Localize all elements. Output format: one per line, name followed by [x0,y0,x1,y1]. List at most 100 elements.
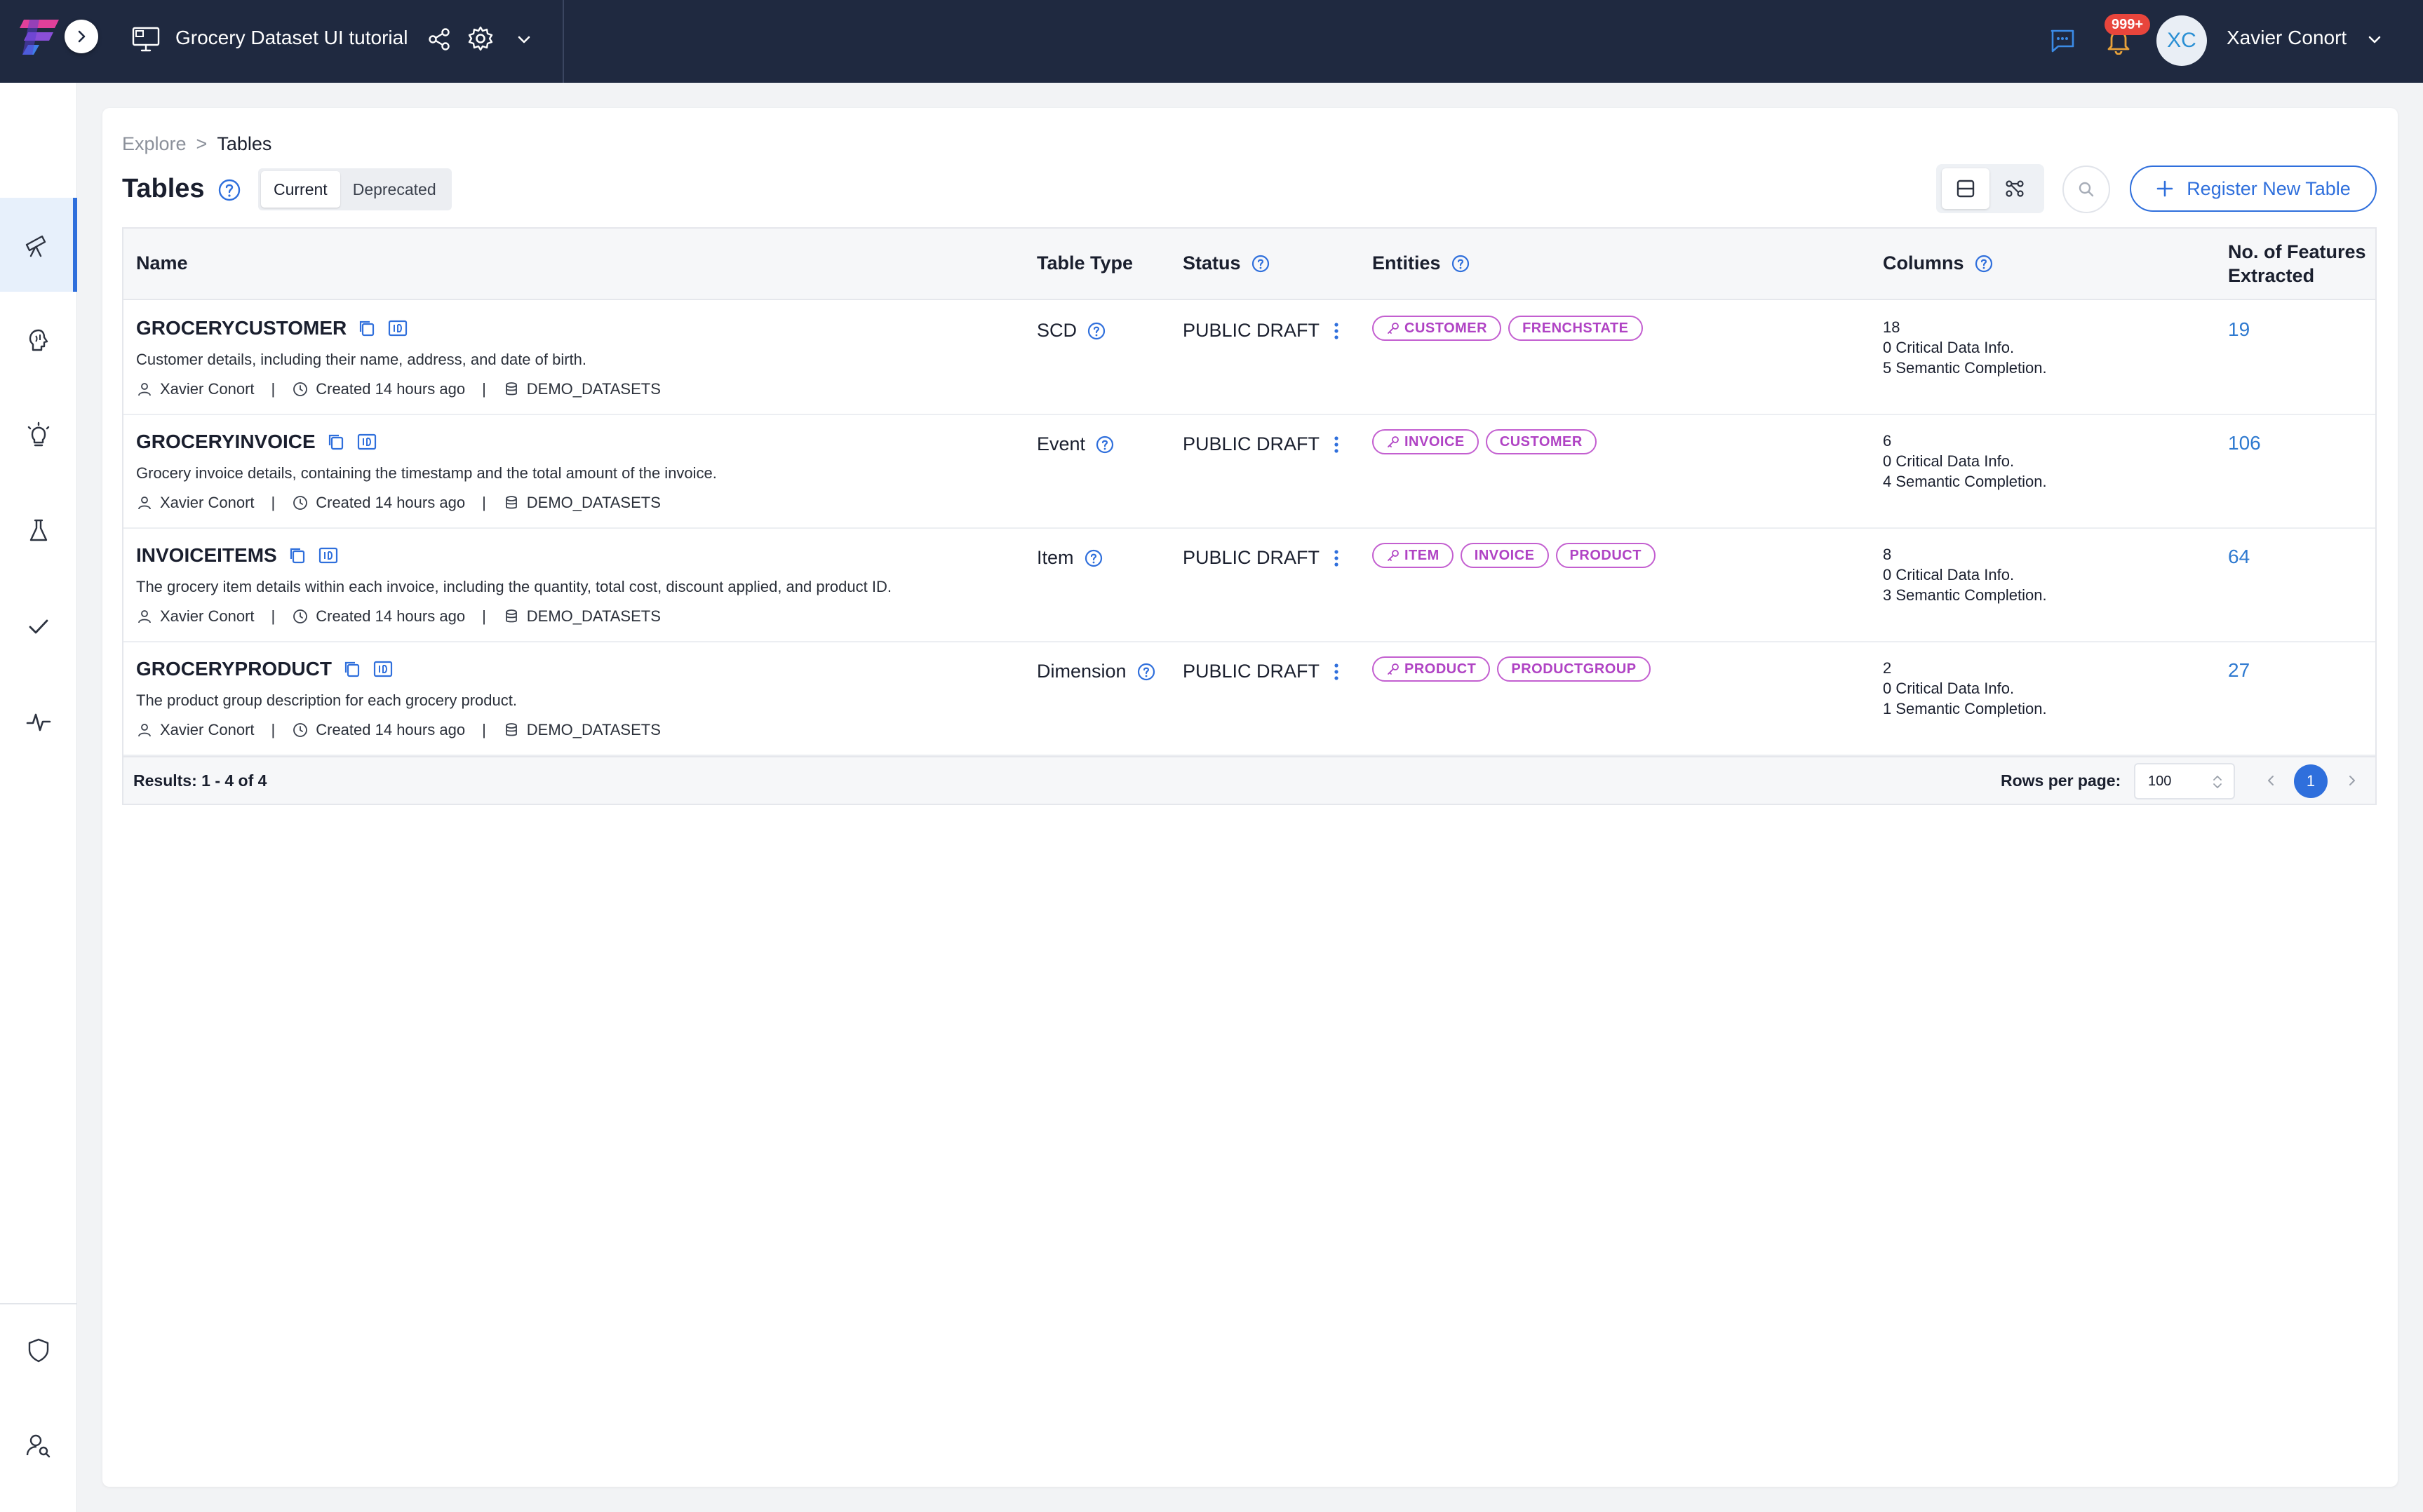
column-header-features[interactable]: No. of Features Extracted [2228,240,2366,288]
table-row[interactable]: INVOICEITEMS The grocery item details wit… [123,529,2375,642]
check-icon [29,619,48,634]
previous-page-icon[interactable] [2260,770,2281,791]
entity-chip[interactable]: INVOICE [1460,543,1549,568]
critical-data-info: 0 Critical Data Info. [1883,339,2015,356]
features-count-link[interactable]: 19 [2228,318,2250,341]
brain-icon [29,329,48,351]
table-status-cell: PUBLIC DRAFT [1183,547,1341,569]
features-count-link[interactable]: 64 [2228,546,2250,568]
help-icon[interactable] [1136,662,1156,682]
chevron-down-icon[interactable] [514,29,535,50]
id-icon[interactable] [372,659,394,680]
gear-icon[interactable] [467,25,494,52]
table-meta: Xavier Conort | Created 14 hours ago | DEMO_… [136,494,661,512]
table-row[interactable]: GROCERYINVOICE Grocery invoice details, c… [123,415,2375,529]
table-name-cell: GROCERYPRODUCT [136,658,394,680]
sidebar-item-security[interactable] [0,1303,77,1397]
breadcrumb: Explore > Tables [122,133,271,155]
share-icon[interactable] [427,27,452,52]
id-icon[interactable] [318,545,339,566]
meta-divider: | [271,380,276,398]
help-icon[interactable] [1251,254,1270,274]
sidebar-item-monitoring[interactable] [0,675,77,769]
more-vertical-icon[interactable] [1332,661,1341,682]
user-icon [138,497,151,510]
table-created: Created 14 hours ago [316,380,466,398]
entity-chip[interactable]: INVOICE [1372,429,1479,454]
table-view-button[interactable] [1942,168,1989,209]
database-icon [505,723,517,736]
table-name-link[interactable]: GROCERYINVOICE [136,431,316,453]
sidebar-item-approvals[interactable] [0,579,77,673]
results-count: Results: 1 - 4 of 4 [133,771,267,790]
search-button[interactable] [2062,166,2110,213]
id-icon[interactable] [356,431,377,452]
sidebar-item-explore[interactable] [0,198,77,292]
column-header-type[interactable]: Table Type [1037,252,1133,274]
copy-icon[interactable] [287,545,308,566]
more-vertical-icon[interactable] [1332,434,1341,455]
copy-icon[interactable] [342,659,363,680]
table-name-link[interactable]: GROCERYPRODUCT [136,658,332,680]
table-type-cell: Dimension [1037,661,1156,682]
columns-count: 6 [1883,432,1892,450]
sidebar-item-user-management[interactable] [0,1398,77,1492]
page-number-current[interactable]: 1 [2294,764,2328,798]
entity-chip[interactable]: CUSTOMER [1372,316,1502,341]
sidebar-item-experiments[interactable] [0,484,77,578]
table-row[interactable]: GROCERYCUSTOMER Customer details, includi… [123,302,2375,415]
clock-icon [293,723,308,737]
table-status-cell: PUBLIC DRAFT [1183,661,1341,682]
tab-deprecated[interactable]: Deprecated [340,171,449,208]
entity-chip[interactable]: PRODUCTGROUP [1497,656,1651,682]
semantic-completion: 5 Semantic Completion. [1883,359,2047,377]
sidebar-item-entities[interactable] [0,293,77,387]
table-name-link[interactable]: GROCERYCUSTOMER [136,317,347,339]
entity-chip[interactable]: CUSTOMER [1485,429,1597,454]
lineage-view-button[interactable] [1991,168,2039,209]
entity-chip-label: ITEM [1404,547,1439,563]
more-vertical-icon[interactable] [1332,320,1341,342]
column-header-entities[interactable]: Entities [1372,252,1470,274]
avatar[interactable]: XC [2156,15,2207,66]
help-icon[interactable] [1095,435,1115,454]
id-icon[interactable] [387,318,408,339]
copy-icon[interactable] [325,431,347,452]
register-new-table-button[interactable]: Register New Table [2130,166,2377,212]
column-header-columns[interactable]: Columns [1883,252,1994,274]
entity-chip[interactable]: FRENCHSTATE [1508,316,1643,341]
chat-icon[interactable] [2048,27,2076,55]
lightbulb-icon [27,421,50,447]
table-name-link[interactable]: INVOICEITEMS [136,544,277,567]
column-header-status[interactable]: Status [1183,252,1270,274]
more-vertical-icon[interactable] [1332,548,1341,569]
workspace-selector[interactable]: Grocery Dataset UI tutorial [77,0,564,83]
page-title: Tables [122,174,205,203]
entity-chip[interactable]: PRODUCT [1555,543,1656,568]
help-icon[interactable] [1087,321,1106,341]
app-logo-icon[interactable] [18,18,60,56]
entity-chip[interactable]: ITEM [1372,543,1454,568]
features-count-link[interactable]: 27 [2228,659,2250,682]
meta-divider: | [271,607,276,625]
table-row[interactable]: GROCERYPRODUCT The product group descript… [123,642,2375,756]
tab-current[interactable]: Current [261,171,340,208]
help-icon[interactable] [217,178,241,202]
help-icon[interactable] [1084,548,1103,568]
chevron-down-icon[interactable] [2364,29,2385,50]
user-icon [138,724,151,737]
entity-chip[interactable]: PRODUCT [1372,656,1491,682]
help-icon[interactable] [1974,254,1994,274]
sidebar-item-ideation[interactable] [0,389,77,482]
features-count-link[interactable]: 106 [2228,432,2261,454]
copy-icon[interactable] [356,318,377,339]
user-name[interactable]: Xavier Conort [2227,27,2347,49]
user-icon [138,383,151,396]
table-name-cell: GROCERYCUSTOMER [136,317,408,339]
columns-cell: 18 0 Critical Data Info. 5 Semantic Comple… [1883,317,2047,378]
column-header-name[interactable]: Name [136,252,188,274]
next-page-icon[interactable] [2342,770,2363,791]
help-icon[interactable] [1451,254,1470,274]
rows-per-page-select[interactable]: 100 [2134,763,2235,799]
breadcrumb-explore[interactable]: Explore [122,133,187,154]
